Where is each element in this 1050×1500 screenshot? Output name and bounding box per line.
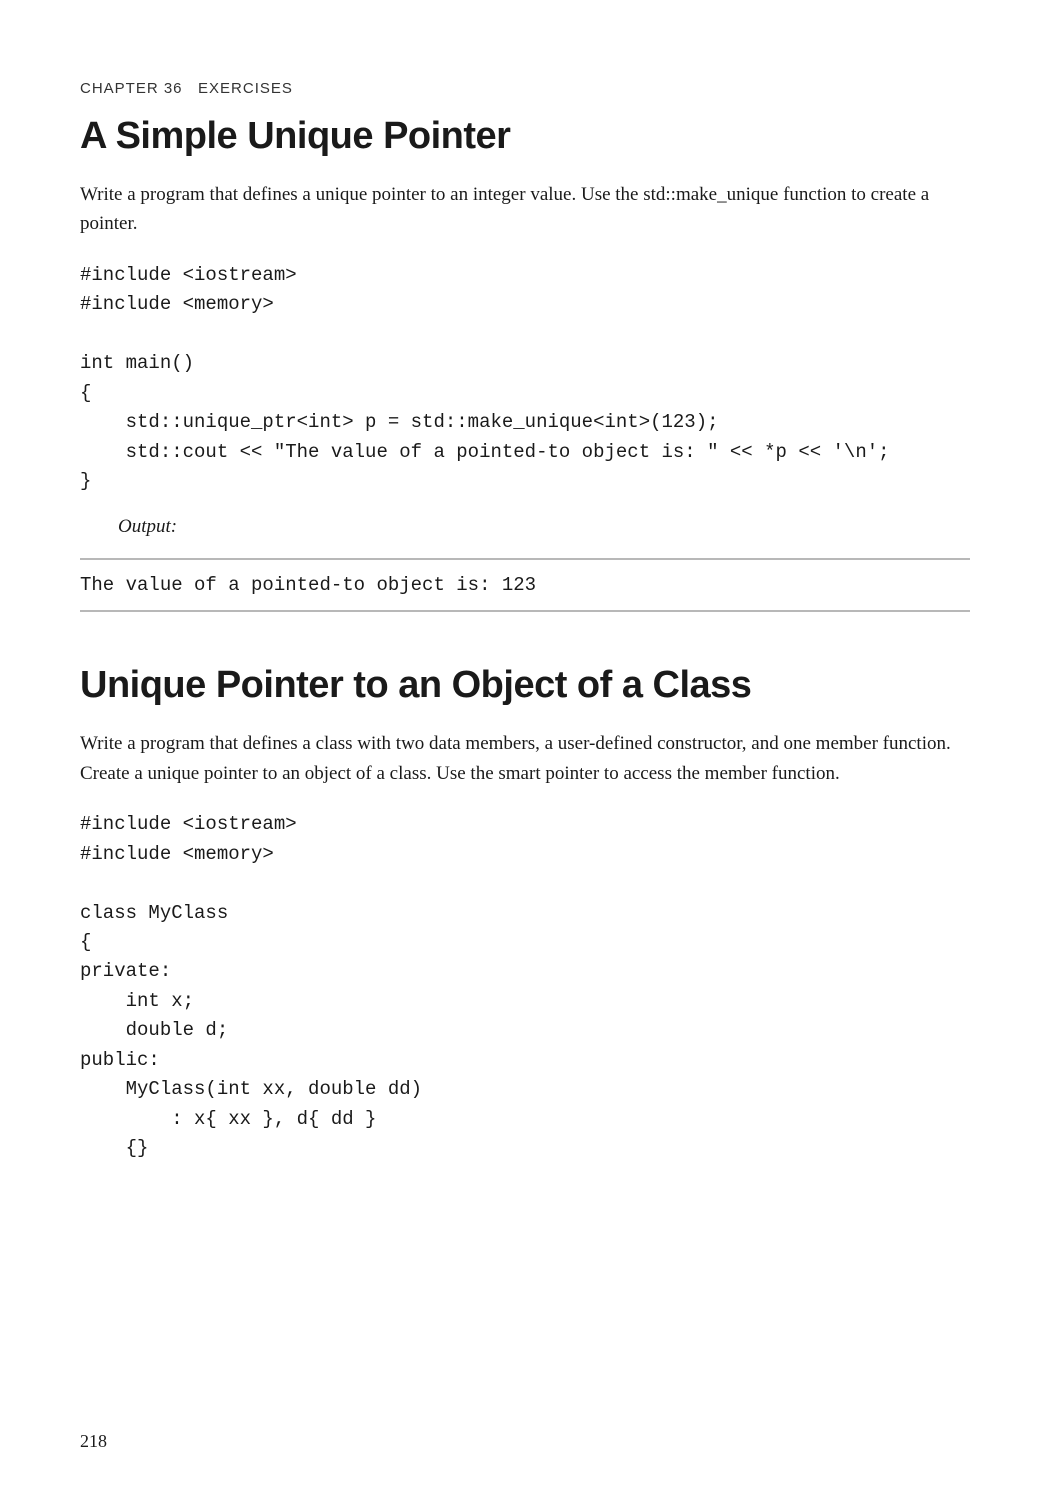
page-number: 218 [80, 1431, 107, 1452]
section-1-code: #include <iostream> #include <memory> in… [80, 261, 970, 497]
section-2-title: Unique Pointer to an Object of a Class [80, 664, 970, 707]
output-label: Output: [118, 516, 970, 538]
page-header: Chapter 36 Exercises [80, 80, 970, 97]
chapter-title: Exercises [198, 80, 293, 97]
section-2-description: Write a program that defines a class wit… [80, 729, 970, 788]
chapter-label: Chapter 36 [80, 80, 183, 97]
section-1-title: A Simple Unique Pointer [80, 115, 970, 158]
section-1-output: The value of a pointed-to object is: 123 [80, 558, 970, 612]
section-2-code: #include <iostream> #include <memory> cl… [80, 810, 970, 1163]
section-1-description: Write a program that defines a unique po… [80, 180, 970, 239]
